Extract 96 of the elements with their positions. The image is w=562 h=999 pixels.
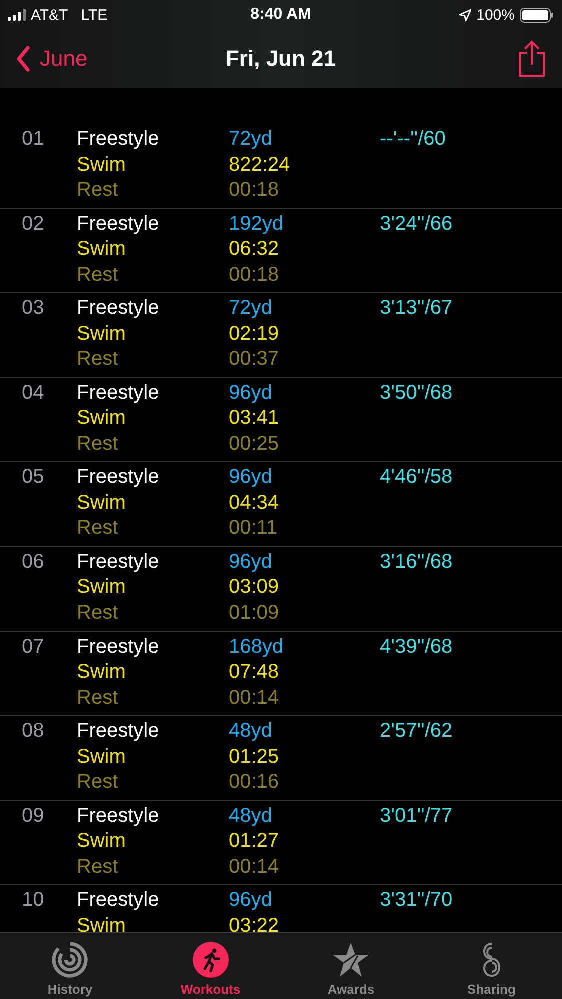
location-arrow-icon — [458, 8, 472, 22]
swim-label: Swim — [77, 152, 126, 178]
swim-time: 01:27 — [229, 829, 280, 854]
carrier-label: AT&T — [31, 6, 68, 24]
swim-time: 04:34 — [229, 490, 280, 516]
distance-value: 48yd — [229, 719, 272, 744]
pace-value: 3'50''/68 — [380, 380, 454, 406]
rest-time: 01:09 — [229, 600, 280, 626]
swim-time: 02:19 — [229, 322, 280, 347]
lap-number: 03 — [22, 296, 46, 322]
rest-label: Rest — [77, 347, 118, 372]
pace-value: 2'57''/62 — [380, 719, 454, 744]
rest-label: Rest — [77, 600, 118, 626]
swim-label: Swim — [77, 322, 126, 347]
lap-number: 09 — [22, 804, 46, 829]
distance-value: 168yd — [229, 634, 284, 660]
lap-number: 04 — [22, 380, 46, 406]
swim-label: Swim — [77, 914, 126, 932]
distance-value: 72yd — [229, 127, 272, 152]
rest-label: Rest — [77, 262, 118, 288]
stroke-label: Freestyle — [77, 212, 160, 237]
swim-time: 822:24 — [229, 152, 290, 178]
stroke-label: Freestyle — [77, 888, 160, 914]
stroke-label: Freestyle — [77, 804, 160, 829]
distance-value: 192yd — [229, 212, 284, 237]
rest-label: Rest — [77, 686, 118, 711]
swim-label: Swim — [77, 490, 126, 516]
stroke-label: Freestyle — [77, 296, 160, 322]
rest-label: Rest — [77, 854, 118, 880]
tab[interactable]: History — [0, 933, 140, 999]
status-time: 8:40 AM — [250, 6, 312, 24]
battery-percent: 100% — [476, 6, 515, 24]
swim-label: Swim — [77, 406, 126, 432]
network-label: LTE — [81, 6, 108, 24]
pace-value: --'--''/60 — [380, 127, 447, 152]
rest-label: Rest — [77, 516, 118, 542]
pace-value: 3'13''/67 — [380, 296, 454, 322]
rings-icon — [52, 942, 88, 978]
distance-value: 96yd — [229, 550, 272, 575]
swim-time: 03:41 — [229, 406, 280, 432]
tab[interactable]: Sharing — [422, 933, 562, 999]
swim-time: 03:09 — [229, 575, 280, 600]
signal-icon — [8, 9, 26, 21]
pace-value: 3'31''/70 — [380, 888, 454, 914]
lap-number: 02 — [22, 212, 46, 237]
lap-number: 06 — [22, 550, 46, 575]
swim-label: Swim — [77, 829, 126, 854]
pace-value: 4'46''/58 — [380, 465, 454, 490]
swim-label: Swim — [77, 744, 126, 770]
stroke-label: Freestyle — [77, 550, 160, 575]
swim-label: Swim — [77, 660, 126, 686]
swim-label: Swim — [77, 575, 126, 600]
rest-time: 00:11 — [229, 516, 278, 542]
pace-value: 3'01''/77 — [380, 804, 454, 829]
tab[interactable]: Awards — [281, 933, 422, 999]
lap-number: 07 — [22, 634, 46, 660]
chevron-left-icon — [16, 46, 30, 72]
distance-value: 72yd — [229, 296, 272, 322]
nav-title: Fri, Jun 21 — [226, 46, 336, 72]
pace-value: 4'39''/68 — [380, 634, 454, 660]
distance-value: 96yd — [229, 380, 272, 406]
distance-value: 48yd — [229, 804, 272, 829]
distance-value: 96yd — [229, 465, 272, 490]
tab[interactable]: Workouts — [140, 933, 281, 999]
rest-time: 00:14 — [229, 686, 280, 711]
swim-label: Swim — [77, 237, 126, 262]
swim-time: 06:32 — [229, 237, 280, 262]
runner-icon — [192, 942, 229, 978]
star-icon — [332, 942, 370, 978]
lap-number: 08 — [22, 719, 46, 744]
rest-label: Rest — [77, 770, 118, 796]
swim-time: 01:25 — [229, 744, 280, 770]
swim-time: 03:22 — [229, 914, 280, 932]
lap-number: 01 — [22, 127, 46, 152]
rest-label: Rest — [77, 432, 118, 457]
stroke-label: Freestyle — [77, 634, 160, 660]
stroke-label: Freestyle — [77, 127, 160, 152]
rest-time: 00:37 — [229, 347, 280, 372]
back-button[interactable]: June — [16, 46, 88, 72]
rest-time: 00:18 — [229, 262, 280, 288]
stroke-label: Freestyle — [77, 719, 160, 744]
rest-time: 00:25 — [229, 432, 280, 457]
rest-label: Rest — [77, 178, 118, 203]
rest-time: 00:14 — [229, 854, 280, 880]
stroke-label: Freestyle — [77, 465, 160, 490]
distance-value: 96yd — [229, 888, 272, 914]
stroke-label: Freestyle — [77, 380, 160, 406]
rest-time: 00:18 — [229, 178, 280, 203]
swim-time: 07:48 — [229, 660, 280, 686]
share-icon — [518, 40, 546, 78]
pace-value: 3'24''/66 — [380, 212, 454, 237]
rest-time: 00:16 — [229, 770, 280, 796]
lap-number: 05 — [22, 465, 46, 490]
battery-icon — [520, 8, 554, 22]
pace-value: 3'16''/68 — [380, 550, 454, 575]
lap-number: 10 — [22, 888, 46, 914]
